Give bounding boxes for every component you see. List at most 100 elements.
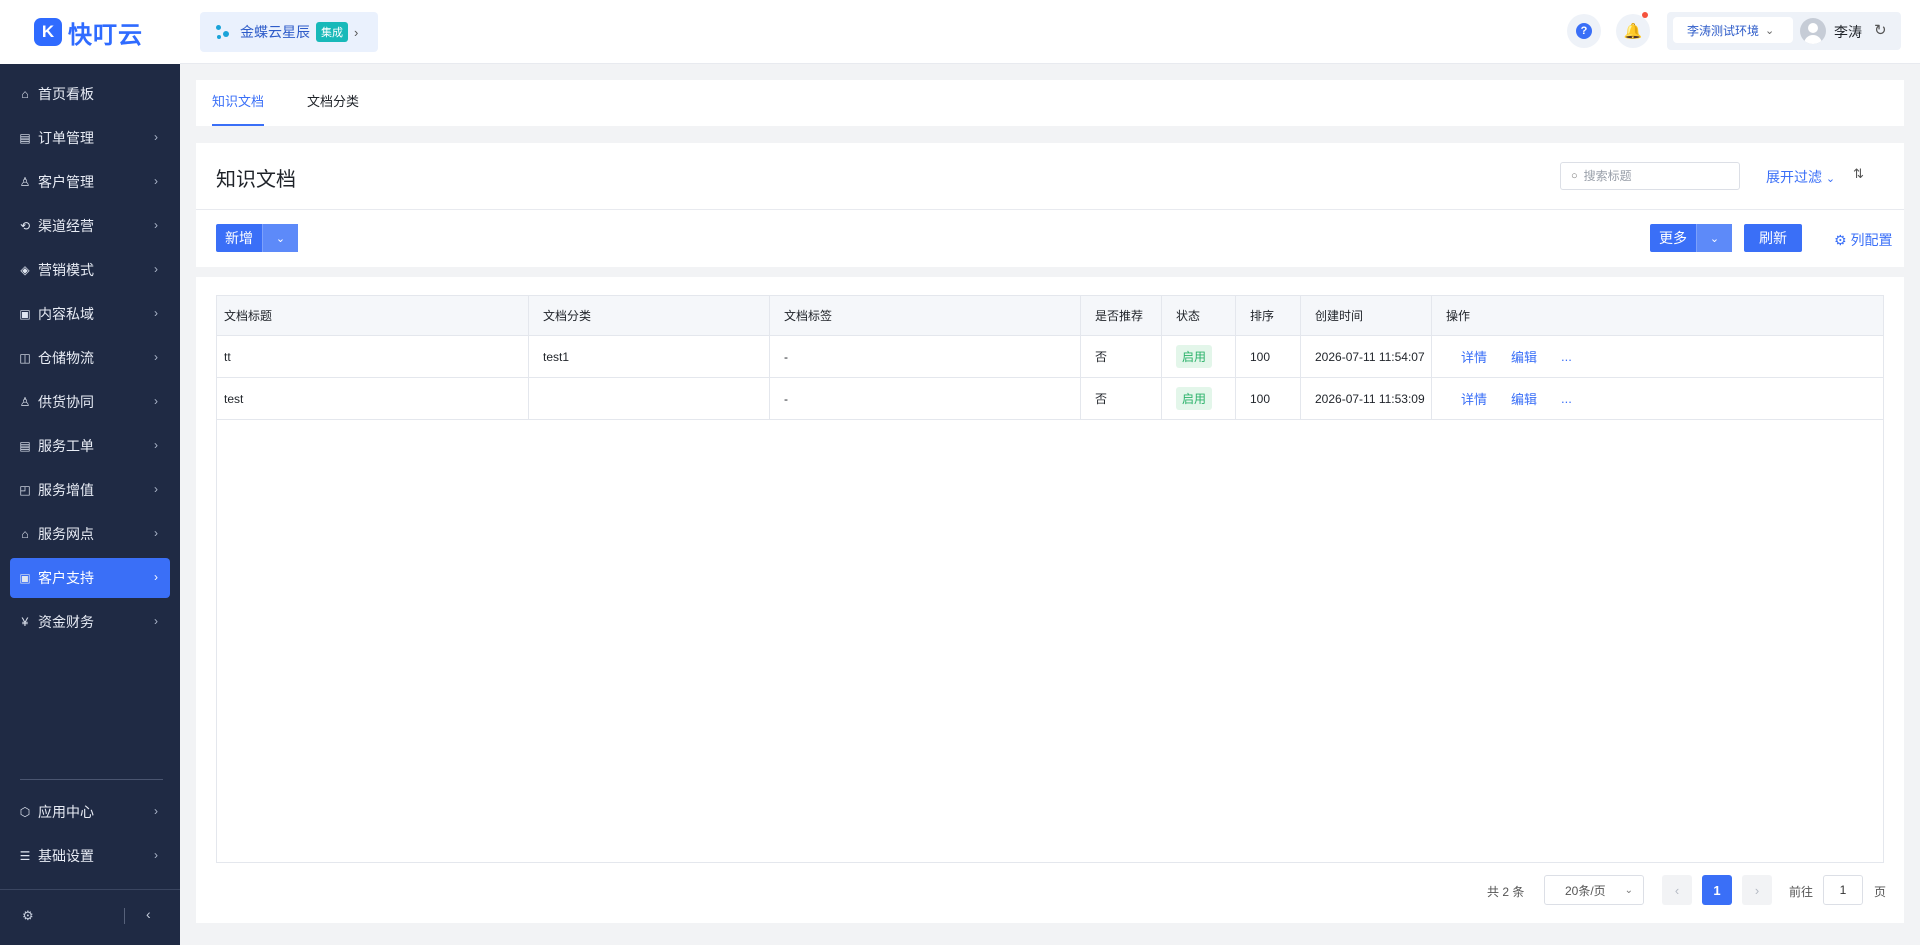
sidebar-item[interactable]: ⟲ 渠道经营 › [10,206,170,246]
sidebar-item[interactable]: ⬡ 应用中心 › [10,792,170,832]
integration-badge: 集成 [316,22,348,42]
sidebar-divider [20,779,163,780]
sidebar-item[interactable]: ▣ 客户支持 › [10,558,170,598]
sidebar-item[interactable]: ▤ 订单管理 › [10,118,170,158]
menu-icon: ◫ [19,351,31,365]
goto-page-input[interactable] [1823,875,1863,905]
sidebar-item[interactable]: ◰ 服务增值 › [10,470,170,510]
search-icon: ○ [1571,170,1578,182]
sidebar-item[interactable]: ⌂ 服务网点 › [10,514,170,554]
next-page-button[interactable]: › [1742,875,1772,905]
environment-label: 李涛测试环境 [1687,23,1760,38]
edit-link[interactable]: 编辑 [1511,347,1537,366]
goto-label: 前往 [1789,885,1814,899]
more-actions-link[interactable]: ... [1561,349,1572,364]
sidebar-item[interactable]: ☰ 基础设置 › [10,836,170,876]
environment-select[interactable]: 李涛测试环境 ⌄ [1673,17,1793,43]
sidebar-item[interactable]: ◫ 仓储物流 › [10,338,170,378]
sort-icon[interactable]: ⇅ [1853,166,1864,182]
chevron-right-icon: › [154,526,158,540]
page-title: 知识文档 [216,169,296,191]
sidebar-item[interactable]: ♙ 供货协同 › [10,382,170,422]
expand-filter-button[interactable]: 展开过滤 ⌄ [1766,167,1835,187]
status-badge: 启用 [1176,345,1213,368]
menu-icon: ⌂ [21,527,29,541]
column-header[interactable]: 操作 [1432,296,1885,335]
current-page-button[interactable]: 1 [1702,875,1732,905]
more-button[interactable]: 更多 [1650,228,1696,248]
chevron-right-icon: › [154,848,158,862]
logo[interactable]: K 快叮云 [0,0,180,64]
table-row[interactable]: tt test1- 否启用 100 2026-07-11 11:54:07 详情 编辑... [217,336,1883,378]
prev-page-button[interactable]: ‹ [1662,875,1692,905]
cell-sort: 100 [1236,378,1301,419]
cell-category: test1 [529,336,770,377]
column-config-label: 列配置 [1850,232,1893,248]
sidebar-item[interactable]: ▤ 服务工单 › [10,426,170,466]
cell-created: 2026-07-11 11:53:09 [1301,378,1432,419]
sidebar-item-label: 服务工单 [38,438,94,454]
column-header[interactable]: 创建时间 [1301,296,1432,335]
cell-sort: 100 [1236,336,1301,377]
add-dropdown-chevron-icon[interactable]: ⌄ [262,224,298,252]
table-header: 文档标题 文档分类 文档标签 是否推荐 状态 排序 创建时间 操作 [217,296,1883,336]
menu-icon: ⟲ [19,219,31,233]
search-box[interactable]: ○ [1560,162,1740,190]
add-button-group: 新增 ⌄ [216,224,298,252]
more-actions-link[interactable]: ... [1561,391,1572,406]
more-dropdown-chevron-icon[interactable]: ⌄ [1696,224,1732,252]
refresh-button[interactable]: 刷新 [1744,224,1802,252]
sidebar-item-label: 服务网点 [38,526,94,542]
cell-tags: - [770,378,1081,419]
chevron-right-icon: › [154,394,158,408]
sidebar-footer: ⚙ ‹ [0,889,180,945]
sidebar-item-label: 订单管理 [38,130,94,146]
menu-icon: ⬡ [19,805,31,819]
sidebar-item[interactable]: ⌂ 首页看板 [10,74,170,114]
menu-icon: ¥ [21,615,29,629]
notifications-button[interactable]: 🔔 [1616,12,1650,48]
panel-divider [196,209,1904,210]
app-logo-icon [214,23,232,41]
edit-link[interactable]: 编辑 [1511,389,1537,408]
integration-app-chip[interactable]: 金蝶云星辰 集成 › [200,12,378,52]
search-input[interactable] [1583,169,1724,183]
sidebar-bottom-menu: ⬡ 应用中心 › ☰ 基础设置 › [0,792,180,880]
column-header[interactable]: 状态 [1162,296,1236,335]
unread-dot [1642,12,1648,18]
column-header[interactable]: 文档标题 [217,296,529,335]
reload-icon[interactable]: ↻ [1874,21,1887,39]
add-button[interactable]: 新增 [216,228,262,248]
chevron-right-icon: › [154,804,158,818]
column-header[interactable]: 文档标签 [770,296,1081,335]
collapse-sidebar-icon[interactable]: ‹ [146,906,151,922]
chevron-down-icon: ⌄ [1765,24,1775,37]
tab-knowledge-docs[interactable]: 知识文档 [212,80,265,126]
column-header[interactable]: 排序 [1236,296,1301,335]
detail-link[interactable]: 详情 [1461,347,1487,366]
sidebar-item[interactable]: ¥ 资金财务 › [10,602,170,642]
help-button[interactable]: ? [1567,14,1601,48]
sidebar-item[interactable]: ♙ 客户管理 › [10,162,170,202]
page-size-label: 20条/页 [1565,883,1606,898]
expand-filter-label: 展开过滤 [1766,169,1822,185]
sidebar-item[interactable]: ◈ 营销模式 › [10,250,170,290]
sidebar-item-label: 客户管理 [38,174,94,190]
brand-name: 快叮云 [68,21,143,49]
user-name[interactable]: 李涛 [1834,22,1862,42]
menu-icon: ▣ [19,571,31,585]
column-header[interactable]: 文档分类 [529,296,770,335]
table-row[interactable]: test - 否启用 100 2026-07-11 11:53:09 详情 编辑... [217,378,1883,420]
more-button-group: 更多 ⌄ [1650,224,1732,252]
settings-gear-icon[interactable]: ⚙ [22,908,34,924]
avatar[interactable] [1800,18,1826,44]
sidebar-item[interactable]: ▣ 内容私域 › [10,294,170,334]
column-config-button[interactable]: ⚙ 列配置 [1834,230,1892,250]
app-chip-name: 金蝶云星辰 [240,24,310,40]
page-size-select[interactable]: 20条/页 ⌄ [1544,875,1644,905]
column-header[interactable]: 是否推荐 [1081,296,1162,335]
detail-link[interactable]: 详情 [1461,389,1487,408]
menu-icon: ◰ [19,483,31,497]
sidebar-item-label: 渠道经营 [38,218,94,234]
tab-doc-categories[interactable]: 文档分类 [307,80,359,126]
